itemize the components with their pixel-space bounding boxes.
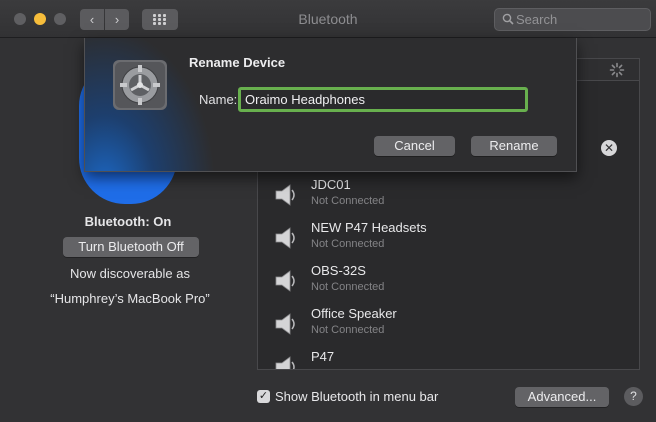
- device-status: Not Connected: [311, 324, 385, 336]
- remove-icon: ✕: [603, 141, 615, 155]
- discoverable-text: Now discoverable as: [70, 266, 190, 281]
- search-icon: [502, 13, 514, 25]
- show-in-menu-bar-checkbox[interactable]: ✓: [257, 390, 270, 403]
- speaker-icon: [275, 313, 295, 335]
- name-label: Name:: [199, 92, 238, 107]
- device-row[interactable]: JDC01 Not Connected: [258, 173, 639, 216]
- device-row[interactable]: Office Speaker Not Connected: [258, 302, 639, 345]
- device-status: Not Connected: [311, 195, 385, 207]
- help-button[interactable]: ?: [624, 387, 643, 406]
- device-status: Not Connected: [311, 281, 385, 293]
- system-preferences-icon: [113, 60, 167, 110]
- rename-button[interactable]: Rename: [471, 136, 557, 156]
- cancel-button[interactable]: Cancel: [374, 136, 455, 156]
- search-field[interactable]: [494, 8, 651, 31]
- remove-device-button[interactable]: ✕: [601, 140, 617, 156]
- device-name: P47: [311, 349, 335, 364]
- spinner-icon: [609, 62, 625, 78]
- speaker-icon: [275, 270, 295, 292]
- device-row[interactable]: P47: [258, 345, 639, 369]
- device-name: Office Speaker: [311, 306, 397, 321]
- sheet-title: Rename Device: [189, 55, 286, 70]
- bluetooth-status: Bluetooth: On: [84, 214, 172, 229]
- device-status: Not Connected: [311, 238, 385, 250]
- advanced-button[interactable]: Advanced...: [515, 387, 609, 407]
- rename-device-sheet: Rename Device Name: Cancel Rename: [84, 38, 577, 172]
- device-name-input[interactable]: [238, 87, 528, 112]
- device-row[interactable]: NEW P47 Headsets Not Connected: [258, 216, 639, 259]
- device-name: OBS-32S: [311, 263, 366, 278]
- bluetooth-preferences-window: ‹ › Bluetooth Bluetooth: On Turn Bluetoo…: [0, 0, 656, 422]
- turn-bluetooth-off-button[interactable]: Turn Bluetooth Off: [63, 237, 199, 257]
- gear-icon: [115, 62, 165, 108]
- device-name: NEW P47 Headsets: [311, 220, 427, 235]
- speaker-icon: [275, 184, 295, 206]
- speaker-icon: [275, 227, 295, 249]
- show-in-menu-bar-label: Show Bluetooth in menu bar: [275, 389, 439, 404]
- device-row[interactable]: OBS-32S Not Connected: [258, 259, 639, 302]
- device-name: JDC01: [311, 177, 351, 192]
- speaker-icon: [275, 356, 295, 369]
- titlebar: ‹ › Bluetooth: [0, 0, 656, 38]
- computer-name: “Humphrey’s MacBook Pro”: [50, 291, 210, 306]
- search-input[interactable]: [516, 11, 646, 28]
- checkmark-icon: ✓: [258, 390, 269, 402]
